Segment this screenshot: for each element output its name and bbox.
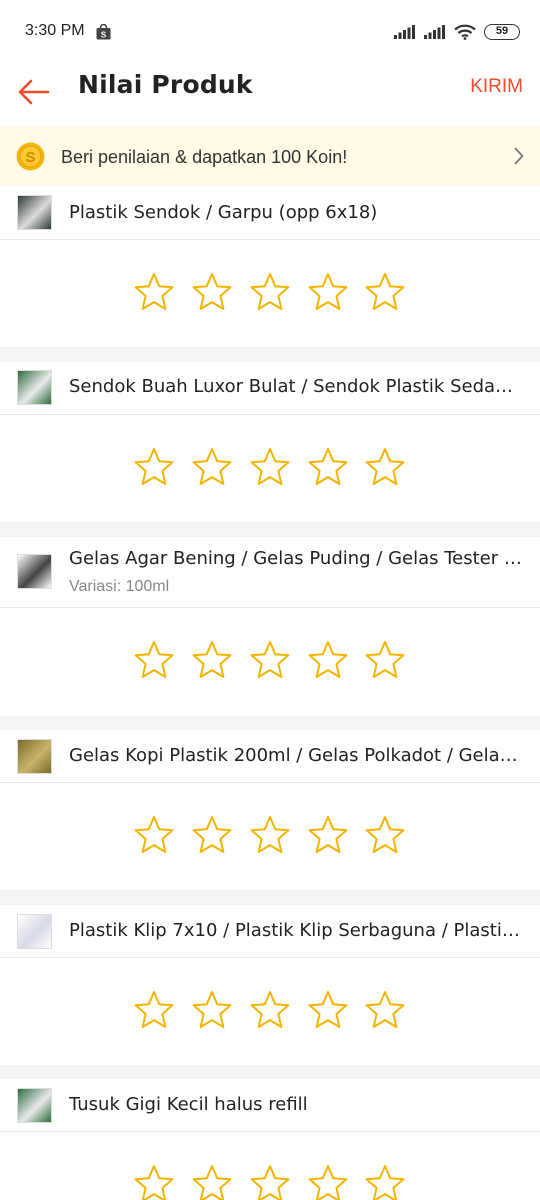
product-name: Tusuk Gigi Kecil halus refill — [69, 1094, 308, 1115]
star-icon[interactable] — [132, 814, 176, 858]
star-icon[interactable] — [363, 446, 407, 490]
star-icon[interactable] — [190, 814, 234, 858]
product-review-card: Sendok Buah Luxor Bulat / Sendok Plastik… — [0, 362, 540, 522]
star-icon[interactable] — [132, 989, 176, 1033]
product-review-card: Gelas Kopi Plastik 200ml / Gelas Polkado… — [0, 730, 540, 890]
star-icon[interactable] — [132, 446, 176, 490]
star-icon[interactable] — [363, 639, 407, 683]
product-name: Plastik Klip 7x10 / Plastik Klip Serbagu… — [69, 920, 524, 941]
product-thumbnail — [17, 195, 52, 230]
star-rating — [0, 240, 540, 347]
status-time: 3:30 PM — [25, 22, 85, 39]
section-divider — [0, 890, 540, 905]
star-icon[interactable] — [190, 1163, 234, 1200]
star-icon[interactable] — [306, 271, 350, 315]
product-review-card: Gelas Agar Bening / Gelas Puding / Gelas… — [0, 537, 540, 716]
product-name: Gelas Agar Bening / Gelas Puding / Gelas… — [69, 548, 524, 569]
star-icon[interactable] — [306, 1163, 350, 1200]
battery-icon: 59 — [484, 24, 520, 40]
product-review-card: Plastik Sendok / Garpu (opp 6x18) — [0, 186, 540, 347]
star-icon[interactable] — [248, 446, 292, 490]
product-thumbnail — [17, 914, 52, 949]
arrow-left-icon — [18, 79, 50, 105]
product-variation: Variasi: 100ml — [69, 578, 170, 595]
product-review-card: Tusuk Gigi Kecil halus refill — [0, 1079, 540, 1200]
star-icon[interactable] — [248, 1163, 292, 1200]
star-icon[interactable] — [248, 989, 292, 1033]
product-name: Gelas Kopi Plastik 200ml / Gelas Polkado… — [69, 745, 524, 766]
product-header: Gelas Agar Bening / Gelas Puding / Gelas… — [0, 537, 540, 608]
section-divider — [0, 347, 540, 362]
star-icon[interactable] — [306, 446, 350, 490]
star-icon[interactable] — [248, 639, 292, 683]
star-icon[interactable] — [190, 989, 234, 1033]
star-icon[interactable] — [248, 271, 292, 315]
send-button[interactable]: KIRIM — [470, 76, 523, 98]
section-divider — [0, 1065, 540, 1079]
star-icon[interactable] — [306, 814, 350, 858]
star-rating — [0, 783, 540, 890]
product-header: Sendok Buah Luxor Bulat / Sendok Plastik… — [0, 362, 540, 415]
product-thumbnail — [17, 554, 52, 589]
svg-text:S: S — [25, 149, 35, 166]
star-icon[interactable] — [190, 271, 234, 315]
star-rating — [0, 958, 540, 1065]
coin-icon: S — [16, 142, 45, 171]
product-header: Tusuk Gigi Kecil halus refill — [0, 1079, 540, 1132]
star-icon[interactable] — [363, 989, 407, 1033]
section-divider — [0, 522, 540, 537]
star-icon[interactable] — [363, 814, 407, 858]
app-bar: Nilai Produk KIRIM — [0, 64, 540, 126]
star-icon[interactable] — [306, 989, 350, 1033]
coin-reward-banner[interactable]: S Beri penilaian & dapatkan 100 Koin! — [0, 126, 540, 186]
back-button[interactable] — [14, 72, 54, 112]
star-icon[interactable] — [363, 271, 407, 315]
star-rating — [0, 608, 540, 716]
product-thumbnail — [17, 1088, 52, 1123]
signal-icon — [424, 25, 445, 39]
svg-text:S: S — [101, 31, 107, 40]
product-thumbnail — [17, 370, 52, 405]
star-icon[interactable] — [132, 1163, 176, 1200]
signal-icon — [394, 25, 415, 39]
product-name: Plastik Sendok / Garpu (opp 6x18) — [69, 202, 378, 223]
star-icon[interactable] — [132, 639, 176, 683]
product-review-card: Plastik Klip 7x10 / Plastik Klip Serbagu… — [0, 905, 540, 1065]
star-icon[interactable] — [190, 446, 234, 490]
star-rating — [0, 415, 540, 522]
wifi-icon — [454, 24, 476, 40]
chevron-right-icon — [514, 147, 524, 165]
star-icon[interactable] — [132, 271, 176, 315]
page-title: Nilai Produk — [78, 70, 253, 99]
status-icons: 59 — [394, 22, 520, 42]
star-icon[interactable] — [190, 639, 234, 683]
shopping-bag-icon: S — [96, 24, 111, 40]
status-bar: 3:30 PM S 59 — [0, 0, 540, 64]
star-icon[interactable] — [363, 1163, 407, 1200]
coin-banner-text: Beri penilaian & dapatkan 100 Koin! — [61, 147, 348, 167]
product-header: Plastik Sendok / Garpu (opp 6x18) — [0, 186, 540, 240]
star-rating — [0, 1132, 540, 1200]
star-icon[interactable] — [248, 814, 292, 858]
product-name: Sendok Buah Luxor Bulat / Sendok Plastik… — [69, 376, 524, 397]
section-divider — [0, 716, 540, 730]
star-icon[interactable] — [306, 639, 350, 683]
product-thumbnail — [17, 739, 52, 774]
product-header: Plastik Klip 7x10 / Plastik Klip Serbagu… — [0, 905, 540, 958]
product-header: Gelas Kopi Plastik 200ml / Gelas Polkado… — [0, 730, 540, 783]
